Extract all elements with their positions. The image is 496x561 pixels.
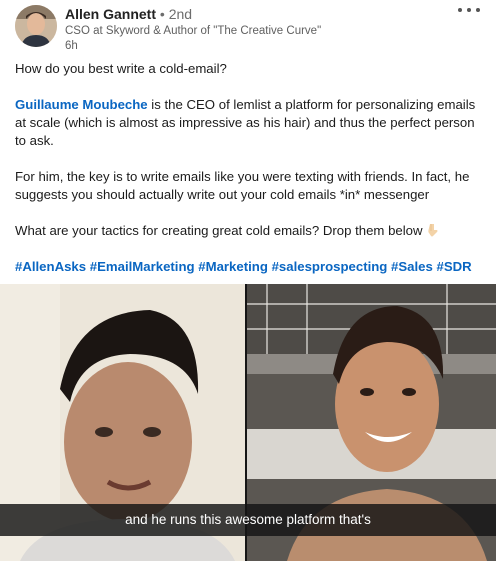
more-horizontal-icon <box>458 8 462 12</box>
feed-post: Allen Gannett • 2nd CSO at Skyword & Aut… <box>0 0 496 561</box>
author-name[interactable]: Allen Gannett <box>65 6 156 22</box>
post-time: 6h <box>65 40 78 52</box>
post-paragraph-2: For him, the key is to write emails like… <box>15 169 470 202</box>
post-paragraph-3: What are your tactics for creating great… <box>15 222 483 240</box>
more-horizontal-icon <box>476 8 480 12</box>
avatar-photo-icon <box>15 5 57 47</box>
hashtag-link[interactable]: #Marketing <box>198 259 268 274</box>
hashtag-link[interactable]: #salesprospecting <box>272 259 388 274</box>
more-options-button[interactable] <box>458 2 480 18</box>
video-caption: and he runs this awesome platform that's <box>0 504 496 536</box>
hashtag-link[interactable]: #EmailMarketing <box>90 259 195 274</box>
video-lower-area <box>0 536 496 561</box>
author-line: Allen Gannett • 2nd <box>65 6 321 22</box>
hashtag-link[interactable]: #SDR <box>437 259 472 274</box>
post-question: How do you best write a cold-email? <box>15 61 227 76</box>
post-paragraph-1: Guillaume Moubeche is the CEO of lemlist… <box>15 96 483 150</box>
mention-link[interactable]: Guillaume Moubeche <box>15 97 148 112</box>
more-horizontal-icon <box>467 8 471 12</box>
hashtag-line: #AllenAsks #EmailMarketing #Marketing #s… <box>15 258 483 276</box>
post-paragraph-3-text: What are your tactics for creating great… <box>15 223 423 238</box>
point-down-emoji-icon <box>428 224 438 237</box>
author-block: Allen Gannett • 2nd CSO at Skyword & Aut… <box>65 6 321 54</box>
hashtag-link[interactable]: #Sales <box>391 259 433 274</box>
post-text: How do you best write a cold-email? Guil… <box>15 60 483 294</box>
author-headline: CSO at Skyword & Author of "The Creative… <box>65 25 322 37</box>
hashtag-link[interactable]: #AllenAsks <box>15 259 86 274</box>
video-player[interactable]: and he runs this awesome platform that's <box>0 284 496 561</box>
author-avatar[interactable] <box>15 5 57 47</box>
connection-degree: • 2nd <box>159 6 193 22</box>
